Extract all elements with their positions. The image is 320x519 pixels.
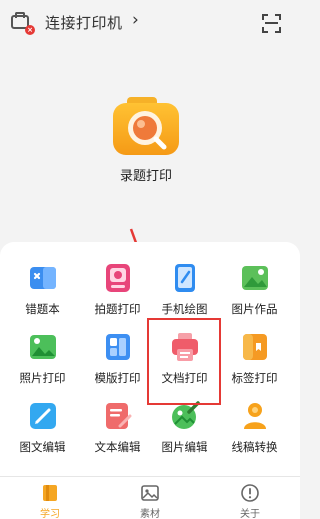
info-icon — [241, 484, 259, 502]
bottom-nav: 学习 素材 关于 — [0, 476, 300, 519]
feature-label: 文档打印 — [161, 371, 208, 385]
label-print-icon — [243, 334, 267, 360]
book-icon — [43, 485, 57, 501]
feature-label: 图片作品 — [231, 302, 278, 316]
feature-label: 线稿转换 — [231, 440, 278, 454]
tab-label: 学习 — [40, 509, 60, 519]
feature-text-edit[interactable]: 文本编辑 — [80, 400, 155, 466]
feature-image-text-edit[interactable]: 图文编辑 — [5, 400, 80, 466]
feature-image-edit[interactable]: 图片编辑 — [147, 400, 222, 466]
image-text-edit-icon — [30, 403, 56, 429]
feature-label: 模版打印 — [94, 371, 141, 385]
feature-label: 图文编辑 — [19, 440, 66, 454]
feature-label: 拍题打印 — [94, 302, 141, 316]
photo-question-print-icon — [106, 264, 130, 292]
feature-label: 图片编辑 — [161, 440, 208, 454]
tab-materials[interactable]: 素材 — [100, 477, 200, 519]
feature-label: 文本编辑 — [94, 440, 141, 454]
feature-label: 错题本 — [25, 302, 60, 316]
feature-photo-question-print[interactable]: 拍题打印 — [80, 262, 155, 328]
feature-photo-print[interactable]: 照片打印 — [5, 331, 80, 397]
text-edit-icon — [106, 403, 132, 429]
phone-drawing-icon — [175, 264, 195, 292]
template-print-icon — [106, 334, 130, 360]
tab-study[interactable]: 学习 — [0, 477, 100, 519]
feature-label-print[interactable]: 标签打印 — [217, 331, 292, 397]
tab-label: 关于 — [240, 509, 260, 519]
photo-print-icon — [30, 335, 56, 359]
feature-panel: 错题本 拍题打印 手机绘图 图片作品 照片打印 模版打印 文档打印 标签打印 图… — [0, 242, 300, 476]
line-art-convert-icon — [244, 403, 266, 429]
feature-picture-works[interactable]: 图片作品 — [217, 262, 292, 328]
picture-works-icon — [242, 266, 268, 290]
feature-label: 手机绘图 — [161, 302, 208, 316]
feature-document-print[interactable]: 文档打印 — [147, 331, 222, 397]
image-icon — [141, 485, 159, 501]
feature-phone-drawing[interactable]: 手机绘图 — [147, 262, 222, 328]
tab-label: 素材 — [140, 509, 160, 519]
tab-about[interactable]: 关于 — [200, 477, 300, 519]
feature-line-art-convert[interactable]: 线稿转换 — [217, 400, 292, 466]
feature-wrong-question-book[interactable]: 错题本 — [5, 262, 80, 328]
wrong-question-book-icon — [30, 267, 56, 289]
feature-template-print[interactable]: 模版打印 — [80, 331, 155, 397]
feature-label: 标签打印 — [231, 371, 278, 385]
feature-label: 照片打印 — [19, 371, 66, 385]
image-edit-icon — [172, 401, 200, 429]
document-print-icon — [172, 333, 198, 361]
